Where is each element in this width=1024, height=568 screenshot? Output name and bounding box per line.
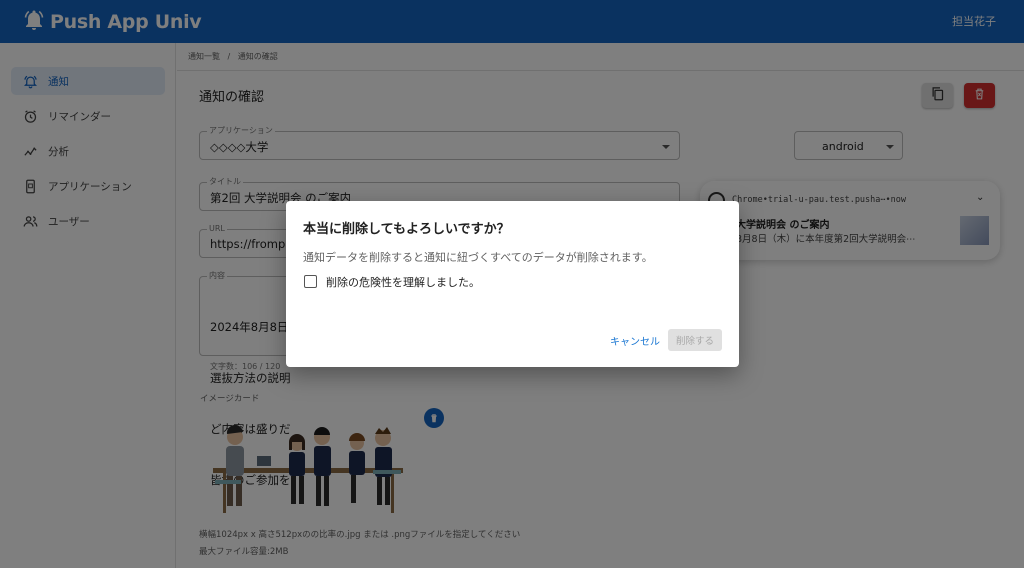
dialog-message: 通知データを削除すると通知に紐づくすべてのデータが削除されます。	[303, 251, 653, 264]
cancel-button[interactable]: キャンセル	[606, 329, 664, 351]
understand-risk-checkbox[interactable]	[304, 275, 317, 288]
checkbox-label[interactable]: 削除の危険性を理解しました。	[326, 274, 480, 290]
delete-confirm-dialog: 本当に削除してもよろしいですか？ 通知データを削除すると通知に紐づくすべてのデー…	[286, 201, 739, 367]
dialog-title: 本当に削除してもよろしいですか？	[303, 222, 510, 237]
confirm-delete-button[interactable]: 削除する	[668, 329, 722, 351]
